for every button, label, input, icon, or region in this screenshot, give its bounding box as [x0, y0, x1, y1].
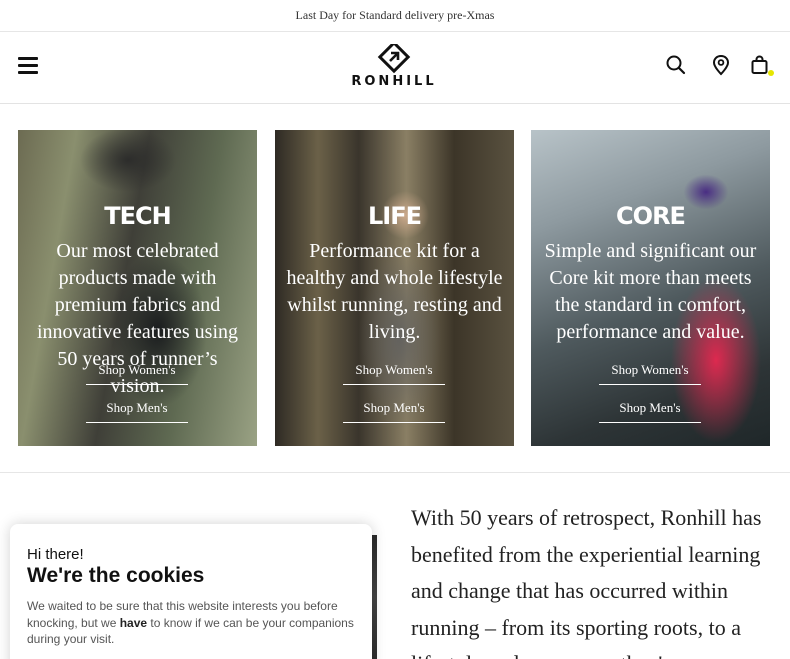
shop-womens-link[interactable]: Shop Women's [343, 362, 445, 385]
shop-mens-link[interactable]: Shop Men's [343, 400, 445, 423]
shop-womens-link[interactable]: Shop Women's [599, 362, 701, 385]
shopping-bag-icon[interactable] [749, 54, 774, 76]
logo-diamond-icon [377, 40, 411, 74]
card-tech[interactable]: TECH Our most celebrated products made w… [18, 130, 257, 446]
ronhill-logo[interactable]: RONHILL [332, 40, 456, 90]
cookie-greeting: Hi there! [27, 546, 84, 563]
section-divider [0, 472, 790, 473]
shop-mens-link[interactable]: Shop Men's [86, 400, 188, 423]
card-title: LIFE [367, 202, 422, 230]
card-title: CORE [616, 202, 686, 230]
menu-icon[interactable] [18, 57, 38, 75]
cookie-banner: Hi there! We're the cookies We waited to… [10, 524, 372, 659]
cookie-title: We're the cookies [27, 564, 205, 587]
announcement-text: Last Day for Standard delivery pre-Xmas [295, 8, 495, 22]
cart-indicator-dot [768, 70, 774, 76]
story-image [372, 535, 377, 659]
card-life[interactable]: LIFE Performance kit for a healthy and w… [275, 130, 514, 446]
search-icon[interactable] [665, 54, 687, 76]
card-description: Performance kit for a healthy and whole … [286, 240, 503, 343]
brand-story-text: With 50 years of retrospect, Ronhill has… [411, 505, 762, 659]
site-header: RONHILL [0, 32, 790, 104]
card-description: Simple and significant our Core kit more… [544, 240, 757, 343]
cookie-message: We waited to be sure that this website i… [27, 599, 354, 646]
announcement-bar: Last Day for Standard delivery pre-Xmas [0, 0, 790, 32]
shop-womens-link[interactable]: Shop Women's [86, 362, 188, 385]
shop-mens-link[interactable]: Shop Men's [599, 400, 701, 423]
logo-wordmark: RONHILL [351, 74, 437, 89]
collection-cards: TECH Our most celebrated products made w… [18, 130, 770, 446]
location-pin-icon[interactable] [710, 54, 732, 76]
card-core[interactable]: CORE Simple and significant our Core kit… [531, 130, 770, 446]
card-title: TECH [104, 202, 171, 230]
